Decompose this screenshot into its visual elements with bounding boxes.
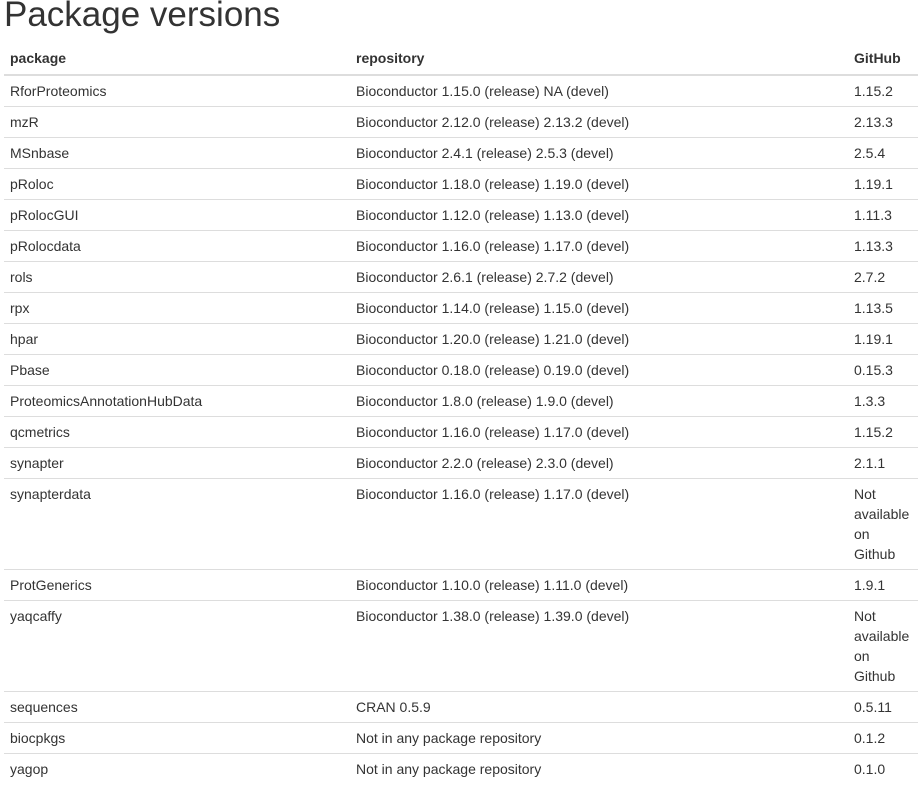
page-title: Package versions <box>4 0 281 34</box>
package-cell: yagop <box>4 753 350 784</box>
package-cell: mzR <box>4 106 350 138</box>
repository-cell: Bioconductor 1.15.0 (release) NA (devel) <box>356 83 609 99</box>
repository-cell: Bioconductor 2.4.1 (release) 2.5.3 (deve… <box>350 137 848 169</box>
package-cell: rpx <box>4 292 350 324</box>
repository-cell: Bioconductor 1.12.0 (release) 1.13.0 (de… <box>350 199 848 231</box>
table-row: yagop Not in any package repository 0.1.0 <box>4 753 918 784</box>
table-row: rpx Bioconductor 1.14.0 (release) 1.15.0 … <box>4 292 918 324</box>
repository-cell: Bioconductor 1.8.0 (release) 1.9.0 (deve… <box>350 385 848 417</box>
package-cell: RforProteomics <box>10 83 107 99</box>
table-row: sequences CRAN 0.5.9 0.5.11 <box>4 691 918 723</box>
github-version-cell: 1.19.1 <box>848 323 918 355</box>
repository-cell: Bioconductor 1.18.0 (release) 1.19.0 (de… <box>350 168 848 200</box>
table-row: ProteomicsAnnotationHubData Bioconductor … <box>4 385 918 417</box>
package-cell: qcmetrics <box>4 416 350 448</box>
github-version-cell: 0.5.11 <box>848 691 918 723</box>
repository-cell: Bioconductor 1.16.0 (release) 1.17.0 (de… <box>350 478 848 570</box>
package-cell: Pbase <box>4 354 350 386</box>
table-row: rols Bioconductor 2.6.1 (release) 2.7.2 (… <box>4 261 918 293</box>
package-cell: rols <box>4 261 350 293</box>
package-cell: sequences <box>4 691 350 723</box>
column-header-package: package <box>4 42 350 76</box>
package-cell: synapter <box>4 447 350 479</box>
repository-cell: Bioconductor 2.6.1 (release) 2.7.2 (deve… <box>350 261 848 293</box>
github-version-cell: 2.13.3 <box>848 106 918 138</box>
github-version-cell: 1.19.1 <box>848 168 918 200</box>
github-version-cell: 0.1.2 <box>848 722 918 754</box>
table-row: pRolocdata Bioconductor 1.16.0 (release) … <box>4 230 918 262</box>
table-row: mzR Bioconductor 2.12.0 (release) 2.13.2 … <box>4 106 918 138</box>
repository-cell: Bioconductor 0.18.0 (release) 0.19.0 (de… <box>350 354 848 386</box>
table-row: synapter Bioconductor 2.2.0 (release) 2.3… <box>4 447 918 479</box>
package-cell: MSnbase <box>4 137 350 169</box>
repository-cell: Bioconductor 1.16.0 (release) 1.17.0 (de… <box>350 416 848 448</box>
package-cell: pRolocGUI <box>4 199 350 231</box>
table-row: pRolocGUI Bioconductor 1.12.0 (release) 1… <box>4 199 918 231</box>
repository-cell: Bioconductor 2.2.0 (release) 2.3.0 (deve… <box>350 447 848 479</box>
github-version-cell: 2.7.2 <box>848 261 918 293</box>
package-cell: hpar <box>4 323 350 355</box>
table-row: pRoloc Bioconductor 1.18.0 (release) 1.19… <box>4 168 918 200</box>
package-cell: yaqcaffy <box>4 600 350 692</box>
table-row: RforProteomics Bioconductor 1.15.0 (relea… <box>4 75 918 107</box>
table-row: ProtGenerics Bioconductor 1.10.0 (release… <box>4 569 918 601</box>
package-cell: pRolocdata <box>4 230 350 262</box>
github-version-cell: 1.13.5 <box>848 292 918 324</box>
column-header-github: GitHub <box>848 42 918 76</box>
github-version-cell: 1.13.3 <box>848 230 918 262</box>
github-version-cell: 1.15.2 <box>848 416 918 448</box>
github-version-cell: 0.1.0 <box>848 753 918 784</box>
repository-cell: Bioconductor 1.20.0 (release) 1.21.0 (de… <box>350 323 848 355</box>
table-row: biocpkgs Not in any package repository 0.1… <box>4 722 918 754</box>
repository-cell: Bioconductor 1.10.0 (release) 1.11.0 (de… <box>350 569 848 601</box>
table-body: RforProteomics Bioconductor 1.15.0 (relea… <box>4 75 918 784</box>
table-row: MSnbase Bioconductor 2.4.1 (release) 2.5.… <box>4 137 918 169</box>
github-version-cell: 1.3.3 <box>848 385 918 417</box>
repository-cell: Not in any package repository <box>350 753 848 784</box>
repository-cell: Bioconductor 2.12.0 (release) 2.13.2 (de… <box>350 106 848 138</box>
table-row: Pbase Bioconductor 0.18.0 (release) 0.19.… <box>4 354 918 386</box>
package-cell: pRoloc <box>4 168 350 200</box>
github-version-cell: Not available on Github <box>848 600 918 692</box>
package-cell: biocpkgs <box>4 722 350 754</box>
table-row: synapterdata Bioconductor 1.16.0 (release… <box>4 478 918 570</box>
table-row: yaqcaffy Bioconductor 1.38.0 (release) 1.… <box>4 600 918 692</box>
github-version-cell: 1.9.1 <box>848 569 918 601</box>
github-version-cell: Not available on Github <box>848 478 918 570</box>
package-cell: ProteomicsAnnotationHubData <box>4 385 350 417</box>
header-row: package repository GitHub <box>4 42 918 76</box>
repository-cell: Bioconductor 1.14.0 (release) 1.15.0 (de… <box>350 292 848 324</box>
table-row: hpar Bioconductor 1.20.0 (release) 1.21.0… <box>4 323 918 355</box>
repository-cell: Bioconductor 1.38.0 (release) 1.39.0 (de… <box>350 600 848 692</box>
github-version-cell: 2.5.4 <box>848 137 918 169</box>
github-version-cell: 1.15.2 <box>854 83 893 99</box>
package-versions-table: package repository GitHub RforProteomics… <box>4 42 918 784</box>
table-row: qcmetrics Bioconductor 1.16.0 (release) 1… <box>4 416 918 448</box>
repository-cell: CRAN 0.5.9 <box>350 691 848 723</box>
github-version-cell: 1.11.3 <box>848 199 918 231</box>
package-cell: ProtGenerics <box>4 569 350 601</box>
package-cell: synapterdata <box>4 478 350 570</box>
github-version-cell: 2.1.1 <box>848 447 918 479</box>
github-version-cell: 0.15.3 <box>848 354 918 386</box>
column-header-repository: repository <box>350 42 848 76</box>
table-header: package repository GitHub <box>4 42 918 76</box>
repository-cell: Bioconductor 1.16.0 (release) 1.17.0 (de… <box>350 230 848 262</box>
repository-cell: Not in any package repository <box>350 722 848 754</box>
